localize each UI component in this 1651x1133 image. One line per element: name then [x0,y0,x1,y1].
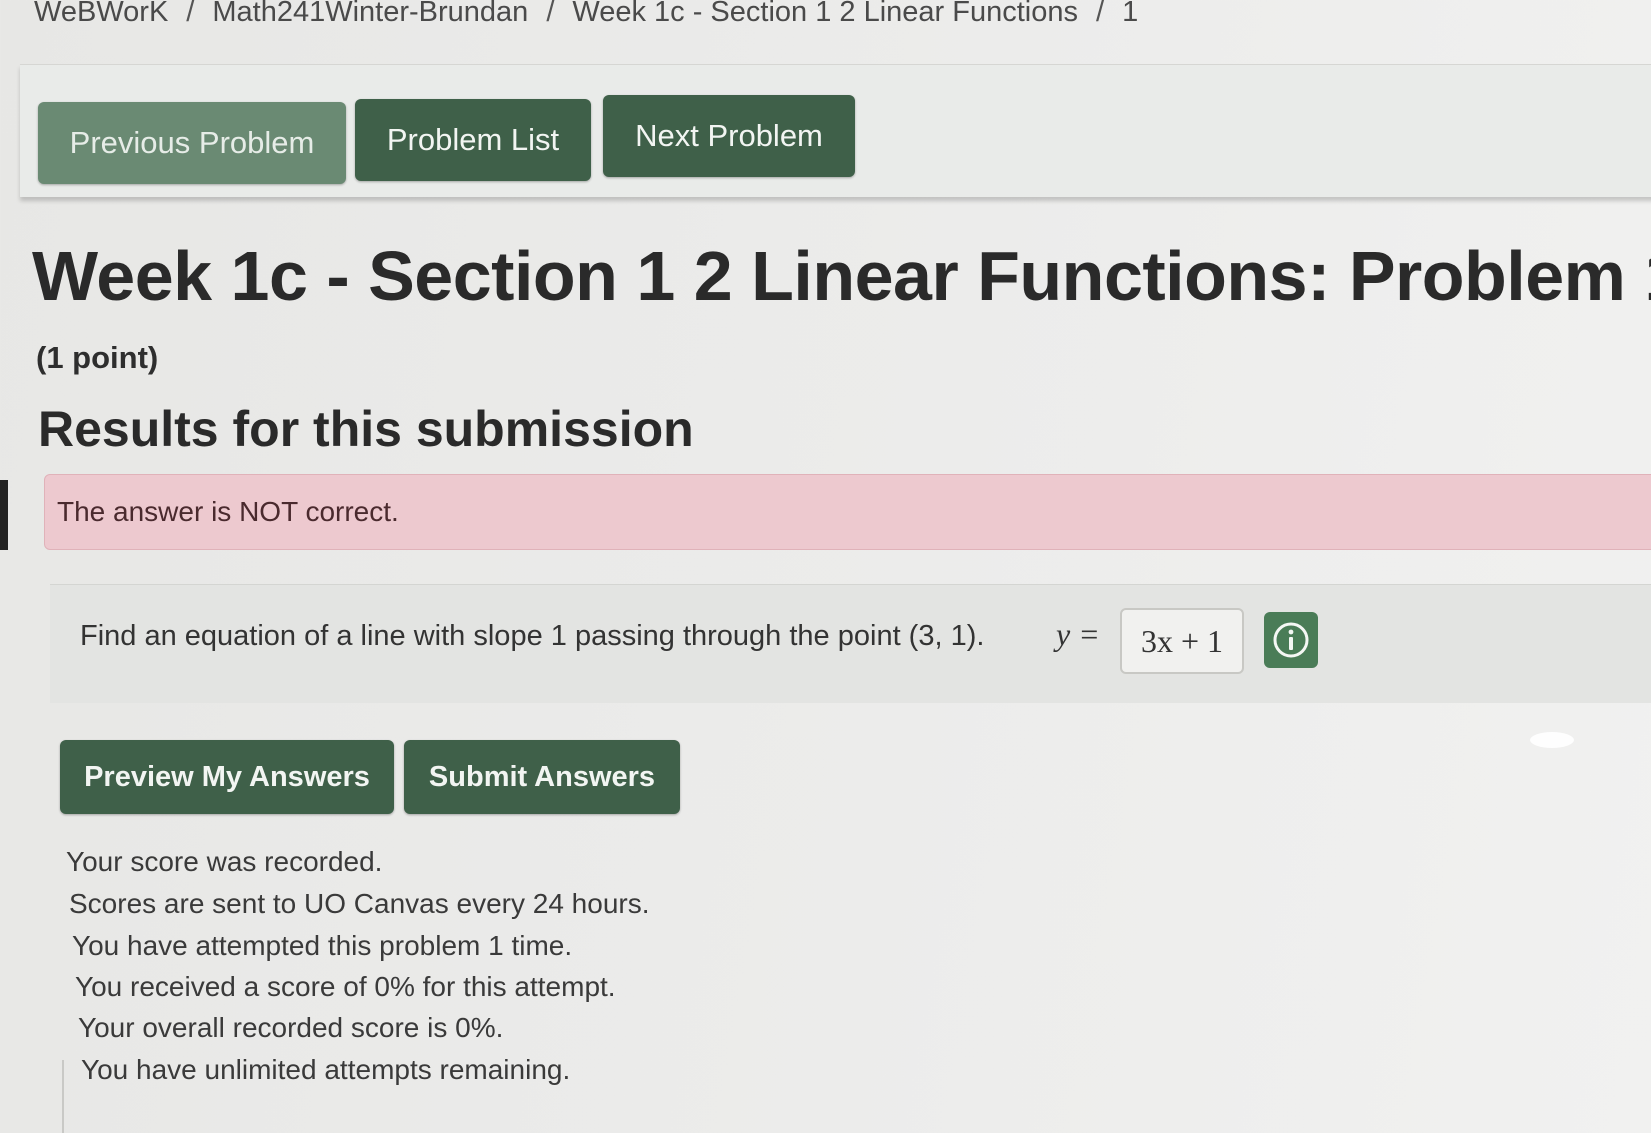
breadcrumb-separator: / [1096,0,1105,28]
preview-answers-button[interactable]: Preview My Answers [60,740,394,814]
result-message: The answer is NOT correct. [57,496,399,527]
breadcrumb-problem: 1 [1122,0,1139,28]
status-line: You received a score of 0% for this atte… [75,971,616,1002]
results-heading: Results for this submission [38,401,694,457]
status-line: Your score was recorded. [66,846,383,877]
next-problem-button[interactable]: Next Problem [603,95,855,177]
status-line: You have unlimited attempts remaining. [81,1054,571,1085]
breadcrumb-set[interactable]: Week 1c - Section 1 2 Linear Functions [572,0,1078,28]
left-rule [62,1060,64,1133]
breadcrumb-course[interactable]: Math241Winter-Brundan [212,0,528,28]
problem-statement: Find an equation of a line with slope 1 … [80,620,985,652]
answer-label: y = [1056,616,1100,652]
breadcrumb: WeBWorK / Math241Winter-Brundan / Week 1c - … [34,0,1138,29]
breadcrumb-separator: / [186,0,195,28]
status-line: Your overall recorded score is 0%. [78,1012,504,1043]
left-edge [0,480,8,550]
page-title: Week 1c - Section 1 2 Linear Functions: … [32,237,1651,315]
breadcrumb-home[interactable]: WeBWorK [34,0,168,28]
answer-input[interactable]: 3x + 1 [1120,608,1244,674]
problem-list-button[interactable]: Problem List [355,99,591,181]
problem-points: (1 point) [36,340,159,375]
submit-answers-button[interactable]: Submit Answers [404,740,680,814]
result-alert: The answer is NOT correct. [44,474,1651,550]
breadcrumb-separator: / [546,0,555,28]
screen-glare [1530,732,1574,748]
status-line: You have attempted this problem 1 time. [72,930,573,961]
info-icon [1273,622,1309,658]
answer-info-button[interactable] [1264,612,1318,668]
previous-problem-button[interactable]: Previous Problem [38,102,346,184]
status-line: Scores are sent to UO Canvas every 24 ho… [69,888,650,919]
